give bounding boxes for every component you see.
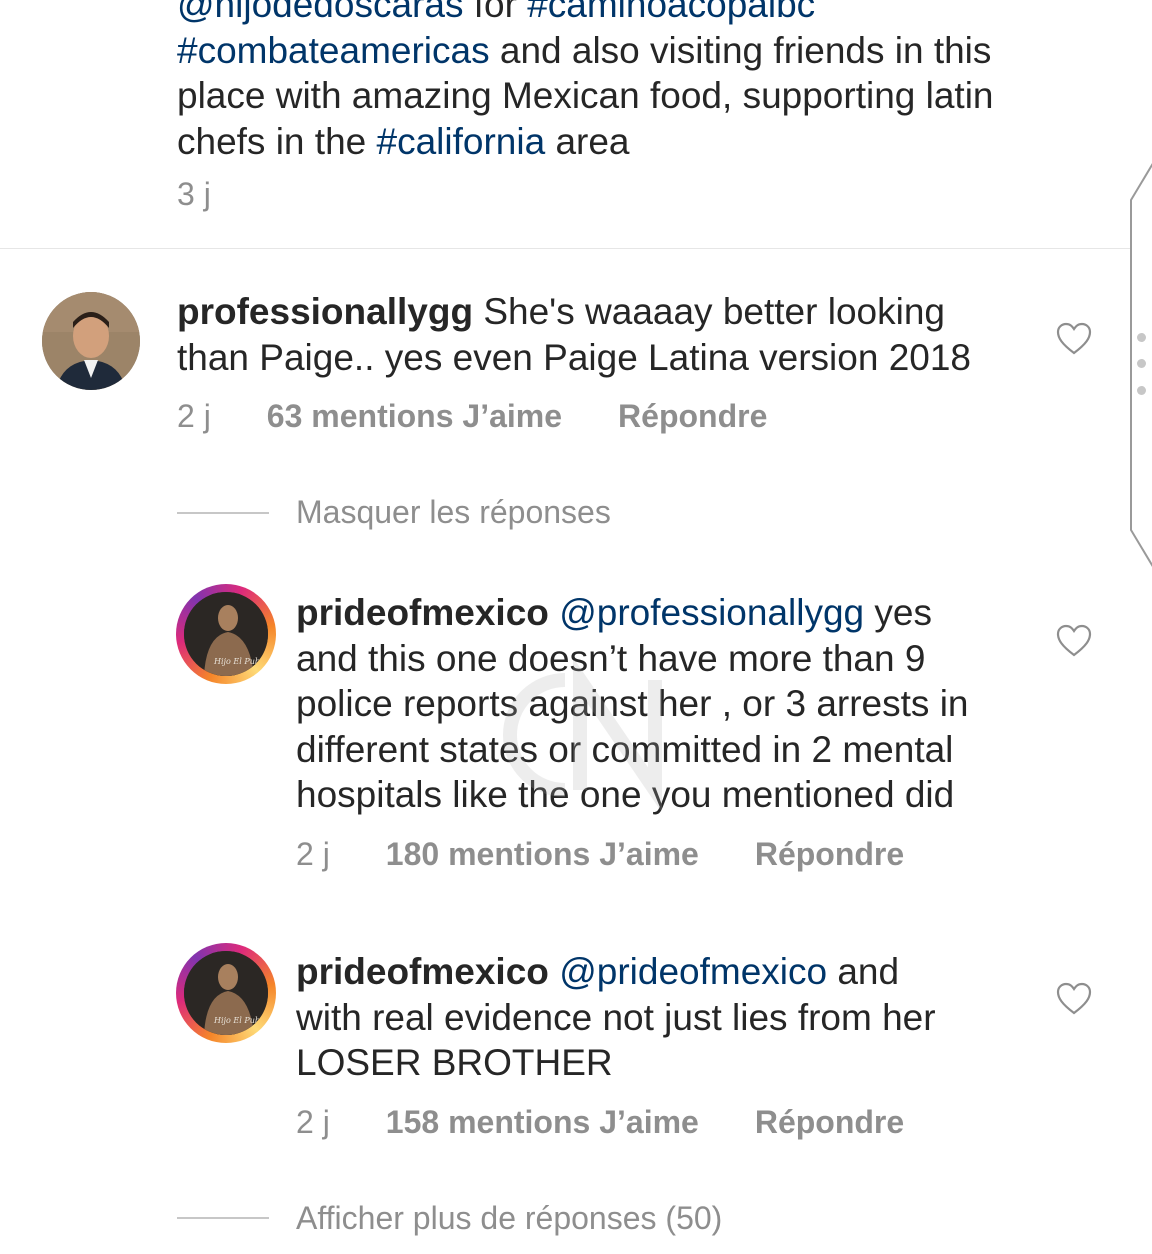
comment-timestamp: 2 j (177, 398, 211, 434)
caption-line: chefs in the #california area (177, 119, 1077, 165)
avatar-image (42, 292, 140, 390)
caption-line: #combateamericas and also visiting frien… (177, 28, 1077, 74)
reply-button[interactable]: Répondre (618, 398, 767, 435)
comment-username[interactable]: professionallygg (177, 291, 473, 332)
reply-timestamp: 2 j (296, 1104, 330, 1140)
comment-body: professionallygg She's waaaay better loo… (177, 289, 971, 380)
likes-count[interactable]: 180 mentions J’aime (386, 836, 699, 873)
hide-replies-button[interactable]: Masquer les réponses (296, 494, 611, 531)
comment-text: She's waaaay better looking (473, 291, 945, 332)
avatar[interactable]: Hijo El Pub (176, 584, 276, 684)
caption-text: chefs in the (177, 120, 377, 162)
reply-line: with real evidence not just lies from he… (296, 996, 936, 1038)
view-more-replies-button[interactable]: Afficher plus de réponses (50) (296, 1200, 722, 1237)
reply-button[interactable]: Répondre (755, 836, 904, 873)
comment-line: professionallygg She's waaaay better loo… (177, 289, 971, 335)
heart-icon[interactable] (1056, 982, 1092, 1016)
avatar[interactable]: Hijo El Pub (176, 943, 276, 1043)
post-caption: @hijodedoscaras for #caminoacopalbc #com… (177, 0, 1077, 164)
reply-username[interactable]: prideofmexico (296, 951, 549, 992)
edge-dot (1137, 359, 1146, 368)
caption-text: and also visiting friends in this (489, 29, 992, 71)
hashtag-link[interactable]: #california (377, 121, 546, 162)
edge-dot (1137, 333, 1146, 342)
svg-text:Hijo El Pub: Hijo El Pub (213, 657, 260, 666)
divider (0, 248, 1130, 249)
likes-count[interactable]: 63 mentions J’aime (267, 398, 562, 435)
reply-username[interactable]: prideofmexico (296, 592, 549, 633)
caption-text: for (463, 0, 528, 25)
reply-text: and (827, 951, 900, 992)
comment-line: than Paige.. yes even Paige Latina versi… (177, 336, 972, 378)
svg-text:Hijo El Pub: Hijo El Pub (213, 1016, 260, 1025)
reply-meta: 2 j 180 mentions J’aime Répondre (296, 836, 904, 873)
comment-meta: 2 j 63 mentions J’aime Répondre (177, 398, 767, 435)
caption-line: @hijodedoscaras for #caminoacopalbc (177, 0, 1077, 28)
avatar-image: Hijo El Pub (184, 951, 268, 1035)
reply-line: LOSER BROTHER (296, 1042, 613, 1083)
hashtag-link[interactable]: #combateamericas (177, 30, 490, 71)
likes-count[interactable]: 158 mentions J’aime (386, 1104, 699, 1141)
reply-meta: 2 j 158 mentions J’aime Répondre (296, 1104, 904, 1141)
hashtag-link[interactable]: #caminoacopalbc (527, 0, 815, 25)
avatar[interactable] (42, 292, 140, 390)
mention-link[interactable]: @professionallygg (559, 592, 864, 633)
edge-dot (1137, 386, 1146, 395)
reply-button[interactable]: Répondre (755, 1104, 904, 1141)
mention-link[interactable]: @prideofmexico (559, 951, 827, 992)
avatar-image: Hijo El Pub (184, 592, 268, 676)
caption-timestamp: 3 j (177, 176, 211, 212)
caption-text: area (545, 120, 630, 162)
caption-line: place with amazing Mexican food, support… (177, 75, 994, 116)
heart-icon[interactable] (1056, 322, 1092, 356)
reply-line: prideofmexico @prideofmexico and (296, 949, 936, 995)
reply-timestamp: 2 j (296, 836, 330, 872)
reply-text: yes (864, 592, 932, 633)
heart-icon[interactable] (1056, 624, 1092, 658)
reply-body: prideofmexico @prideofmexico and with re… (296, 949, 936, 1086)
reply-line: prideofmexico @professionallygg yes (296, 590, 969, 636)
watermark-logo (503, 660, 662, 810)
toggle-line (177, 1217, 269, 1219)
mention-link[interactable]: @hijodedoscaras (177, 0, 463, 25)
toggle-line (177, 512, 269, 514)
